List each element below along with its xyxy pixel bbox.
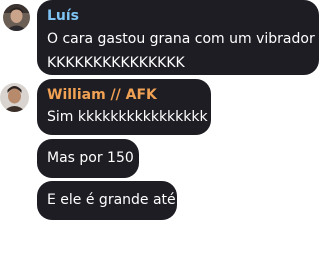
message-text: Mas por 150 [47, 150, 134, 166]
message-bubble[interactable]: William // AFK Sim kkkkkkkkkkkkkkkk [37, 79, 211, 135]
chat-view: Luís O cara gastou grana com um vibrador… [0, 0, 320, 269]
message-text: E ele é grande até [47, 192, 176, 208]
message-bubble[interactable]: Luís O cara gastou grana com um vibrador… [37, 0, 319, 75]
message-text: KKKKKKKKKKKKKKK [47, 55, 185, 71]
message-text: O cara gastou grana com um vibrador [47, 31, 315, 47]
sender-name[interactable]: Luís [47, 7, 309, 25]
user-avatar-icon [3, 4, 30, 31]
message-bubble[interactable]: E ele é grande até [37, 181, 177, 220]
avatar[interactable] [0, 83, 29, 112]
message-text: Sim kkkkkkkkkkkkkkkk [47, 109, 208, 125]
message-bubble[interactable]: Mas por 150 [37, 139, 139, 178]
sender-name[interactable]: William // AFK [47, 86, 201, 104]
avatar[interactable] [3, 4, 30, 31]
user-avatar-icon [0, 83, 29, 112]
